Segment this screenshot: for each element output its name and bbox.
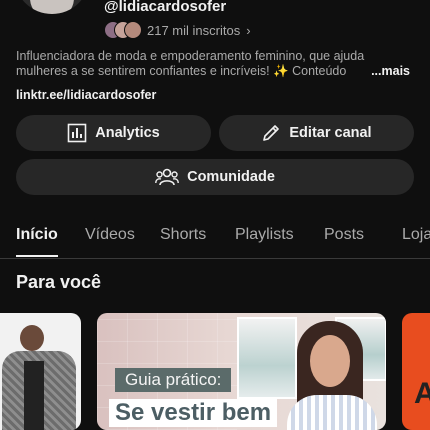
edit-channel-label: Editar canal [289,125,372,141]
tab-videos[interactable]: Vídeos [85,226,135,244]
tab-loja[interactable]: Loja [402,226,430,244]
pencil-icon [261,123,281,143]
channel-tabs: Início Vídeos Shorts Playlists Posts Loj… [0,218,430,259]
tab-inicio[interactable]: Início [16,226,58,244]
video-thumbnail[interactable]: A [402,313,430,430]
analytics-label: Analytics [95,125,160,141]
channel-handle: @lidiacardosofer [104,0,227,15]
tab-posts[interactable]: Posts [324,226,364,244]
community-label: Comunidade [187,169,275,185]
section-title: Para você [16,272,102,292]
subscribers-row[interactable]: 217 mil inscritos › [104,19,251,41]
community-icon [155,167,179,187]
more-link[interactable]: ...mais [367,64,410,79]
thumbnail-title: Se vestir bem [109,399,278,427]
subscriber-count: 217 mil inscritos [147,22,241,38]
active-tab-indicator [16,255,58,257]
channel-description[interactable]: Influenciadora de moda e empoderamento f… [16,49,416,79]
description-text: Influenciadora de moda e empoderamento f… [16,49,365,78]
edit-channel-button[interactable]: Editar canal [219,115,414,151]
community-button[interactable]: Comunidade [16,159,414,195]
thumbnail-title: A [414,377,430,410]
tab-playlists[interactable]: Playlists [235,226,294,244]
tab-shorts[interactable]: Shorts [160,226,206,244]
channel-avatar[interactable] [14,0,90,14]
subscriber-avatars [104,21,144,39]
channel-link[interactable]: linktr.ee/lidiacardosofer [16,88,156,102]
analytics-icon [67,123,87,143]
thumbnail-label: Guia prático: [115,368,232,392]
analytics-button[interactable]: Analytics [16,115,211,151]
video-thumbnail[interactable] [0,313,81,430]
chevron-right-icon: › [246,22,251,38]
video-thumbnail[interactable]: Guia prático: Se vestir bem [97,313,386,430]
